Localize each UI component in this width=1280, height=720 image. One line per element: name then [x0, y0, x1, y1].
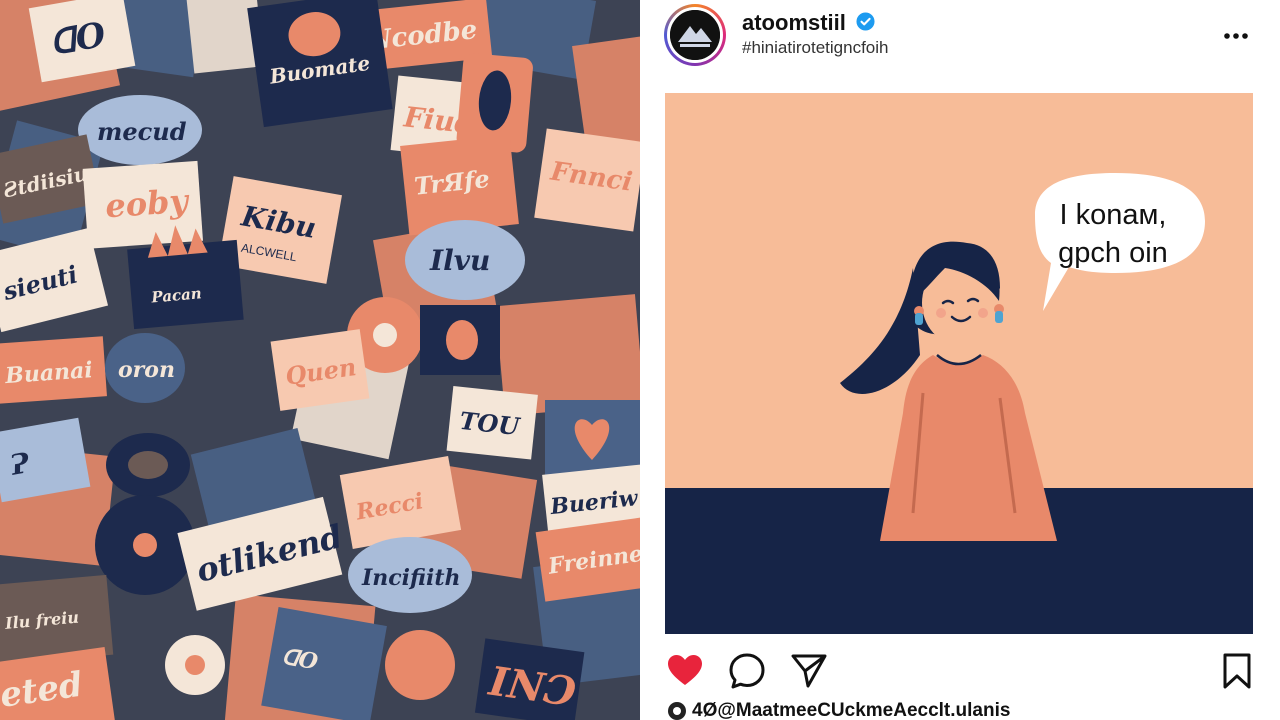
speech-bubble-line-1: I konaм, — [1059, 199, 1167, 231]
svg-text:mecud: mecud — [97, 117, 187, 146]
send-icon[interactable] — [790, 652, 828, 690]
avatar-image — [670, 10, 720, 60]
woman-illustration — [665, 93, 1253, 634]
sticker-card: Ilvu — [405, 220, 525, 300]
likes-count[interactable]: 4Ø@MaatmeeCUckmeAecclt.ulanis — [692, 700, 1010, 720]
speech-bubble-line-2: gpch oin — [1058, 237, 1168, 269]
sticker-card: Buanai — [0, 336, 107, 404]
mountain-logo-icon — [670, 10, 720, 60]
post-action-bar — [640, 648, 1280, 694]
sticker-card: eoby — [82, 160, 203, 249]
sticker-card: INƆ — [474, 638, 585, 720]
avatar[interactable] — [667, 7, 723, 63]
verified-badge-icon — [856, 12, 875, 31]
sticker-card: Fnnci — [534, 128, 640, 232]
sticker-card: Quen — [270, 329, 370, 411]
sticker-card: TOU — [446, 385, 538, 460]
svg-text:Incifiith: Incifiith — [361, 565, 461, 591]
sticker-card: mecud — [78, 95, 202, 165]
likes-avatar-icon — [668, 702, 686, 720]
svg-text:eoby: eoby — [104, 182, 192, 226]
sticker-card: oron — [105, 333, 185, 403]
likes-line[interactable]: 4Ø@MaatmeeCUckmeAecclt.ulanis — [668, 700, 1010, 720]
sticker-collage-image: ᗡO Nᴄodbe Buomate Fiud mecud Ƨtdiisiu eo… — [0, 0, 640, 720]
social-post: atoomstiil #hiniatirotetigncfoih I konaм… — [640, 0, 1280, 720]
more-options-icon[interactable] — [1222, 26, 1250, 46]
svg-text:Ilvu: Ilvu — [429, 244, 490, 277]
sticker-card: ᗡO — [261, 607, 387, 720]
sticker-card — [106, 433, 190, 497]
speech-bubble-text: I konaм, gpch oin — [1033, 196, 1193, 272]
sticker-card — [95, 495, 195, 595]
collage-artwork: ᗡO Nᴄodbe Buomate Fiud mecud Ƨtdiisiu eo… — [0, 0, 640, 720]
comment-icon[interactable] — [728, 652, 766, 690]
username[interactable]: atoomstiil — [742, 10, 846, 36]
heart-icon[interactable] — [666, 652, 704, 690]
bookmark-icon[interactable] — [1218, 652, 1256, 690]
post-header: atoomstiil #hiniatirotetigncfoih — [640, 0, 1280, 72]
post-subtitle[interactable]: #hiniatirotetigncfoih — [742, 38, 888, 58]
avatar-story-ring[interactable] — [664, 4, 726, 66]
post-image[interactable]: I konaм, gpch oin — [665, 93, 1253, 634]
sticker-card — [347, 297, 500, 375]
svg-text:oron: oron — [118, 357, 175, 383]
sticker-card: Buomate — [247, 0, 393, 128]
sticker-card: Incifiith — [348, 537, 472, 613]
